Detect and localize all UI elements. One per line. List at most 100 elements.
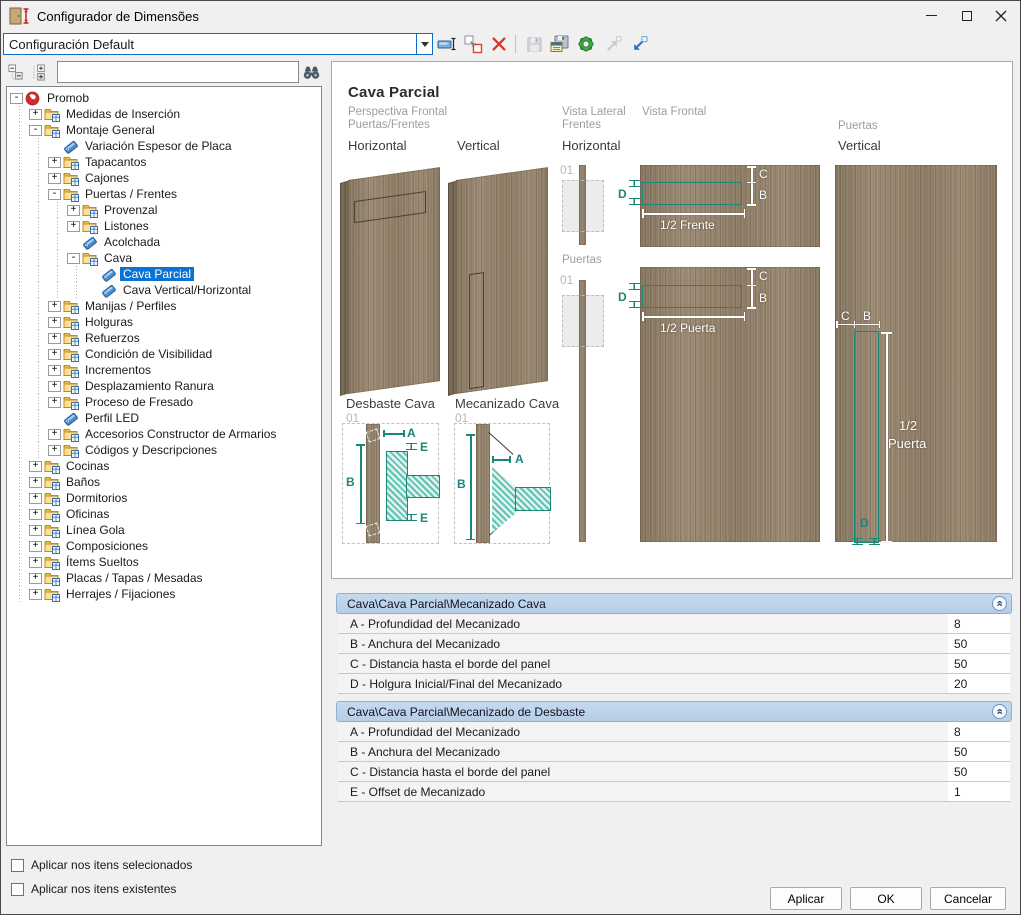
- tree-expander[interactable]: +: [29, 109, 42, 120]
- tree-item[interactable]: -Promob: [7, 90, 321, 106]
- close-button[interactable]: [984, 1, 1018, 30]
- collapse-all-button[interactable]: [6, 62, 26, 83]
- tree-expander[interactable]: +: [67, 221, 80, 232]
- param-value-field[interactable]: 50: [948, 654, 1010, 673]
- tree-item[interactable]: +Cajones: [7, 170, 321, 186]
- tree-item[interactable]: +Desplazamiento Ranura: [7, 378, 321, 394]
- tree-item[interactable]: +Códigos y Descripciones: [7, 442, 321, 458]
- tree-search-input[interactable]: [57, 61, 299, 83]
- tree-expander[interactable]: +: [48, 445, 61, 456]
- tree-item[interactable]: +Composiciones: [7, 538, 321, 554]
- param-value-field[interactable]: 50: [948, 742, 1010, 761]
- tree-expander[interactable]: +: [48, 349, 61, 360]
- tree-item[interactable]: Variación Espesor de Placa: [7, 138, 321, 154]
- tree-item[interactable]: +Cocinas: [7, 458, 321, 474]
- tree-item[interactable]: +Incrementos: [7, 362, 321, 378]
- import-configuration-button[interactable]: [626, 32, 650, 56]
- tree-item[interactable]: +Manijas / Perfiles: [7, 298, 321, 314]
- tree-expander[interactable]: -: [67, 253, 80, 264]
- tree-expander[interactable]: +: [48, 317, 61, 328]
- delete-configuration-button[interactable]: [487, 32, 511, 56]
- tree-expander[interactable]: +: [29, 589, 42, 600]
- tree-item[interactable]: +Línea Gola: [7, 522, 321, 538]
- table-header[interactable]: Cava\Cava Parcial\Mecanizado de Desbaste…: [336, 701, 1012, 722]
- collapse-button[interactable]: «: [992, 704, 1007, 719]
- tree-item[interactable]: +Oficinas: [7, 506, 321, 522]
- tree-expander[interactable]: -: [10, 93, 23, 104]
- tree-item[interactable]: +Listones: [7, 218, 321, 234]
- collapse-button[interactable]: «: [992, 596, 1007, 611]
- configuration-select[interactable]: Configuración Default: [3, 33, 433, 55]
- apply-button[interactable]: Aplicar: [770, 887, 842, 910]
- ok-button[interactable]: OK: [850, 887, 922, 910]
- combo-dropdown-button[interactable]: [416, 34, 432, 54]
- tree-item[interactable]: -Cava: [7, 250, 321, 266]
- tree-item[interactable]: Cava Vertical/Horizontal: [7, 282, 321, 298]
- tree-item[interactable]: +Placas / Tapas / Mesadas: [7, 570, 321, 586]
- tree-item[interactable]: +Herrajes / Fijaciones: [7, 586, 321, 602]
- tree-expander[interactable]: +: [29, 461, 42, 472]
- tree-guide: [48, 250, 67, 266]
- tree-expander[interactable]: +: [29, 525, 42, 536]
- tree-item[interactable]: +Refuerzos: [7, 330, 321, 346]
- save-button[interactable]: [522, 32, 546, 56]
- tree-expander[interactable]: +: [29, 509, 42, 520]
- tree-guide: [10, 442, 29, 458]
- tree-expander[interactable]: -: [29, 125, 42, 136]
- cancel-button[interactable]: Cancelar: [930, 887, 1006, 910]
- tree-item[interactable]: +Condición de Visibilidad: [7, 346, 321, 362]
- checkbox-box[interactable]: [11, 859, 24, 872]
- tree-expander[interactable]: +: [48, 173, 61, 184]
- tree-item[interactable]: +Tapacantos: [7, 154, 321, 170]
- checkbox-box[interactable]: [11, 883, 24, 896]
- rename-configuration-button[interactable]: [435, 32, 459, 56]
- param-value-field[interactable]: 50: [948, 634, 1010, 653]
- tree-expander[interactable]: +: [48, 333, 61, 344]
- tree-expander[interactable]: +: [29, 493, 42, 504]
- tree-expander[interactable]: +: [29, 477, 42, 488]
- tree-item[interactable]: +Medidas de Inserción: [7, 106, 321, 122]
- tree-item[interactable]: +Provenzal: [7, 202, 321, 218]
- tree-expander[interactable]: +: [48, 381, 61, 392]
- search-button[interactable]: [299, 61, 324, 83]
- tree-expander[interactable]: +: [48, 157, 61, 168]
- maximize-button[interactable]: [950, 1, 984, 30]
- tree-item[interactable]: +Accesorios Constructor de Armarios: [7, 426, 321, 442]
- duplicate-configuration-button[interactable]: [461, 32, 485, 56]
- export-database-icon: [550, 34, 570, 54]
- share-configuration-button[interactable]: [600, 32, 624, 56]
- tree-item[interactable]: -Montaje General: [7, 122, 321, 138]
- tree-item[interactable]: +Ítems Sueltos: [7, 554, 321, 570]
- tree-expander[interactable]: +: [29, 573, 42, 584]
- param-value-field[interactable]: 8: [948, 722, 1010, 741]
- tree-item[interactable]: +Holguras: [7, 314, 321, 330]
- tree-item[interactable]: +Proceso de Fresado: [7, 394, 321, 410]
- param-value-field[interactable]: 8: [948, 614, 1010, 633]
- param-value-field[interactable]: 1: [948, 782, 1010, 801]
- tree-expander[interactable]: +: [48, 365, 61, 376]
- tree-expander[interactable]: +: [48, 429, 61, 440]
- tree-expander[interactable]: +: [48, 397, 61, 408]
- expand-all-button[interactable]: [30, 62, 50, 83]
- tree-item[interactable]: -Puertas / Frentes: [7, 186, 321, 202]
- minimize-button[interactable]: [914, 1, 948, 30]
- tree-expander[interactable]: +: [67, 205, 80, 216]
- param-value-field[interactable]: 20: [948, 674, 1010, 693]
- tree-expander[interactable]: +: [29, 541, 42, 552]
- param-value-field[interactable]: 50: [948, 762, 1010, 781]
- side-view-sublabel: Frentes: [562, 119, 601, 131]
- tree-expander[interactable]: -: [48, 189, 61, 200]
- export-database-button[interactable]: [548, 32, 572, 56]
- apply-existing-items-checkbox[interactable]: Aplicar nos itens existentes: [11, 882, 176, 896]
- tree-item[interactable]: +Dormitorios: [7, 490, 321, 506]
- apply-selected-items-checkbox[interactable]: Aplicar nos itens selecionados: [11, 858, 192, 872]
- tree-expander[interactable]: +: [48, 301, 61, 312]
- apply-configuration-button[interactable]: [574, 32, 598, 56]
- param-label: A - Profundidad del Mecanizado: [338, 725, 948, 739]
- tree-expander[interactable]: +: [29, 557, 42, 568]
- tree-item[interactable]: Cava Parcial: [7, 266, 321, 282]
- tree-item[interactable]: Perfil LED: [7, 410, 321, 426]
- tree-item[interactable]: +Baños: [7, 474, 321, 490]
- tree-item[interactable]: Acolchada: [7, 234, 321, 250]
- table-header[interactable]: Cava\Cava Parcial\Mecanizado Cava«: [336, 593, 1012, 614]
